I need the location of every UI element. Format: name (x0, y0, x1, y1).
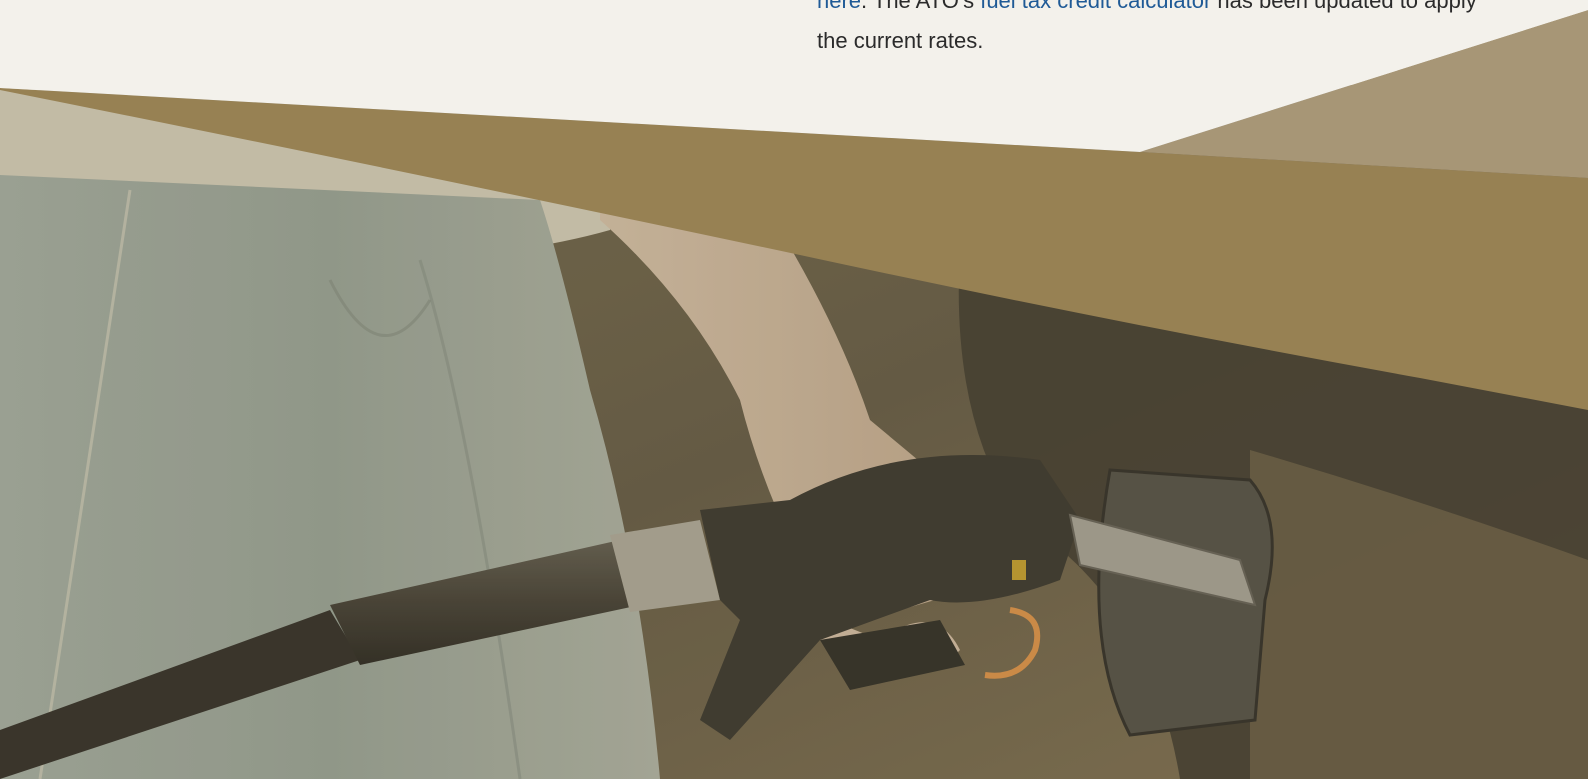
hero-image (0, 0, 1588, 779)
here-link[interactable]: here (817, 0, 861, 13)
article-text-1: . The ATO's (861, 0, 981, 13)
fuel-tax-credit-calculator-link[interactable]: fuel tax credit calculator (980, 0, 1211, 13)
page: here. The ATO's fuel tax credit calculat… (0, 0, 1588, 779)
photo-tint (0, 0, 1588, 779)
article-paragraph: here. The ATO's fuel tax credit calculat… (817, 0, 1477, 61)
